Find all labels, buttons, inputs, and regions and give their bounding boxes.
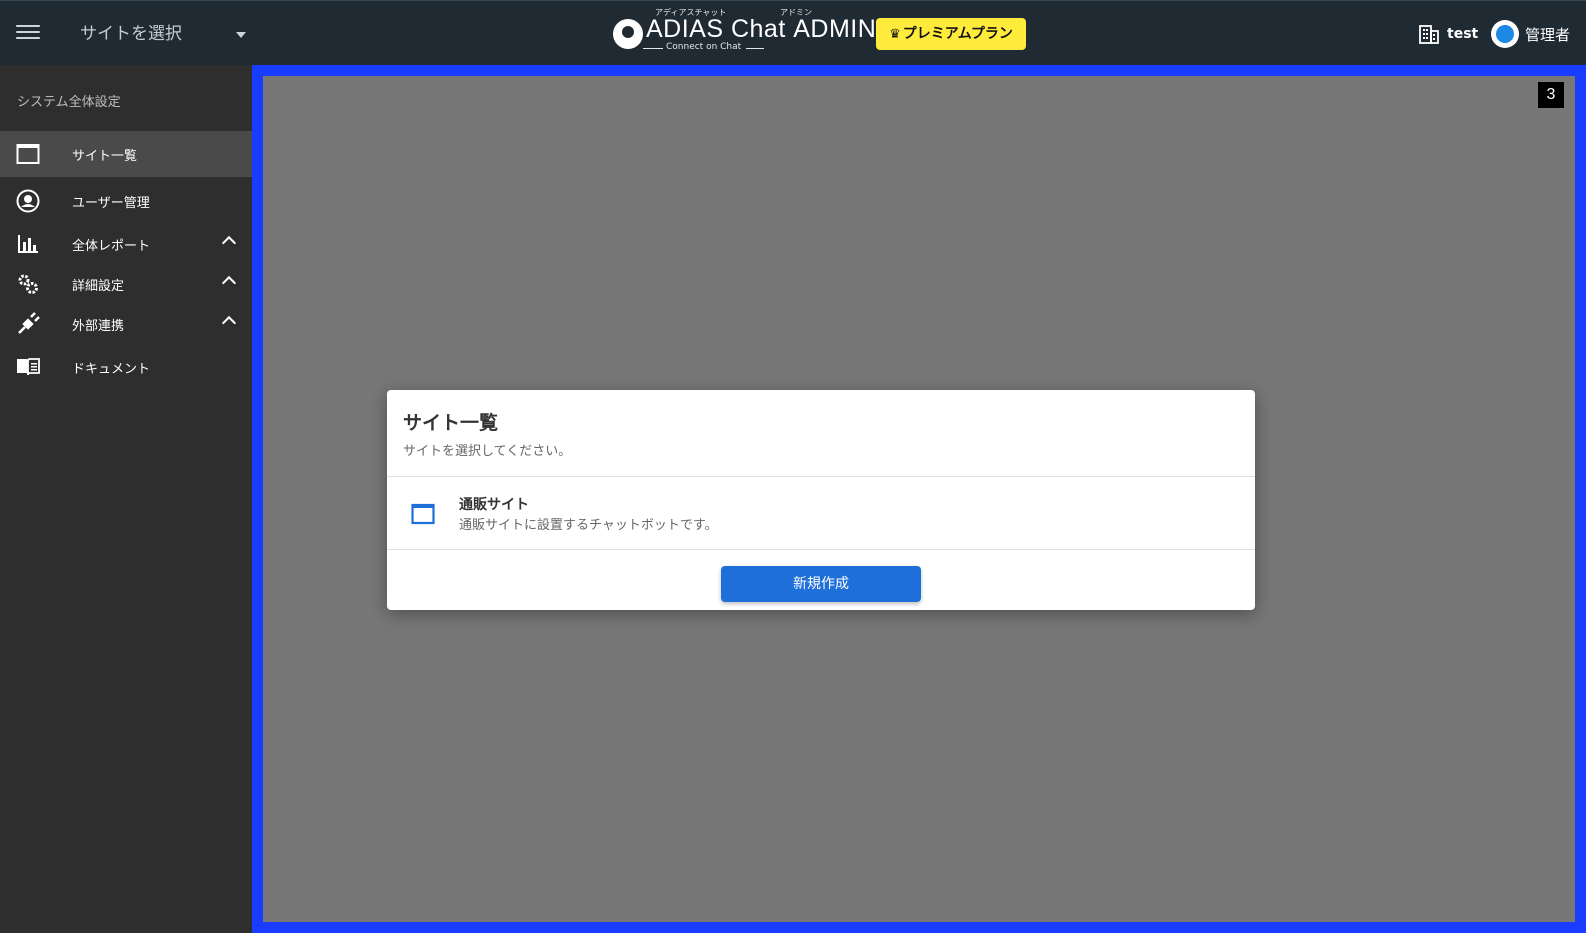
- chevron-up-icon: [221, 315, 237, 331]
- site-name: 通販サイト: [459, 497, 529, 513]
- hamburger-menu-icon[interactable]: [16, 21, 40, 45]
- sidebar-item-label: 詳細設定: [72, 278, 125, 294]
- window-icon: [16, 142, 40, 166]
- site-list-dialog: サイト一覧 サイトを選択してください。 通販サイト 通販サイトに設置するチャット…: [387, 390, 1255, 610]
- user-icon: [16, 189, 40, 213]
- user-role: 管理者: [1525, 25, 1571, 44]
- caret-down-icon: [236, 32, 246, 38]
- user-menu[interactable]: 管理者: [1491, 18, 1570, 50]
- sidebar-heading: システム全体設定: [17, 95, 121, 110]
- logo-brand: ADIAS Chat: [646, 15, 786, 43]
- site-selector-dropdown[interactable]: サイトを選択: [80, 19, 250, 49]
- app-logo[interactable]: アディアスチャット アドミン ADIAS Chat ADMIN Connect …: [613, 7, 876, 59]
- premium-plan-button[interactable]: ♛ プレミアムプラン: [876, 18, 1026, 50]
- divider: [387, 549, 1255, 550]
- logo-arrow: [746, 48, 764, 49]
- premium-plan-label: プレミアムプラン: [902, 26, 1013, 42]
- sidebar-item-label: サイト一覧: [72, 148, 138, 164]
- avatar: [1491, 20, 1519, 48]
- logo-admin: ADMIN: [793, 15, 877, 43]
- bar-chart-icon: [16, 232, 40, 256]
- plug-icon: [16, 312, 40, 336]
- sidebar-item-external-integration[interactable]: 外部連携: [0, 301, 252, 347]
- logo-line: [643, 48, 663, 49]
- window-icon: [411, 503, 435, 529]
- create-new-button[interactable]: 新規作成: [721, 566, 921, 602]
- site-description: 通販サイトに設置するチャットボットです。: [459, 518, 718, 533]
- chevron-up-icon: [221, 235, 237, 251]
- logo-mascot-icon: [613, 19, 643, 49]
- organization-menu[interactable]: test: [1419, 21, 1478, 47]
- logo-tagline: Connect on Chat: [666, 42, 742, 52]
- logo-text: ADIAS Chat ADMIN: [646, 15, 876, 44]
- chevron-up-icon: [221, 275, 237, 291]
- dialog-subtitle: サイトを選択してください。: [403, 444, 572, 459]
- sidebar-item-user-management[interactable]: ユーザー管理: [0, 178, 252, 224]
- site-selector-label: サイトを選択: [80, 24, 182, 44]
- crown-icon: ♛: [889, 27, 901, 42]
- organization-name: test: [1447, 26, 1479, 42]
- building-icon: [1419, 24, 1439, 44]
- top-header: サイトを選択 アディアスチャット アドミン ADIAS Chat ADMIN C…: [0, 0, 1586, 65]
- sidebar-item-label: 外部連携: [72, 318, 125, 334]
- site-list-item[interactable]: 通販サイト 通販サイトに設置するチャットボットです。: [387, 477, 1255, 549]
- book-icon: [16, 355, 40, 379]
- sidebar-item-label: ドキュメント: [72, 361, 151, 377]
- sidebar-item-site-list[interactable]: サイト一覧: [0, 131, 252, 177]
- sidebar-item-documents[interactable]: ドキュメント: [0, 344, 252, 390]
- step-number-badge: 3: [1538, 82, 1564, 108]
- dialog-title: サイト一覧: [403, 412, 499, 434]
- sidebar-item-label: ユーザー管理: [72, 195, 150, 211]
- gears-icon: [16, 272, 40, 296]
- sidebar-item-label: 全体レポート: [72, 238, 151, 254]
- sidebar: システム全体設定 サイト一覧 ユーザー管理 全体レポート 詳細設定 外部連携 ド…: [0, 65, 252, 933]
